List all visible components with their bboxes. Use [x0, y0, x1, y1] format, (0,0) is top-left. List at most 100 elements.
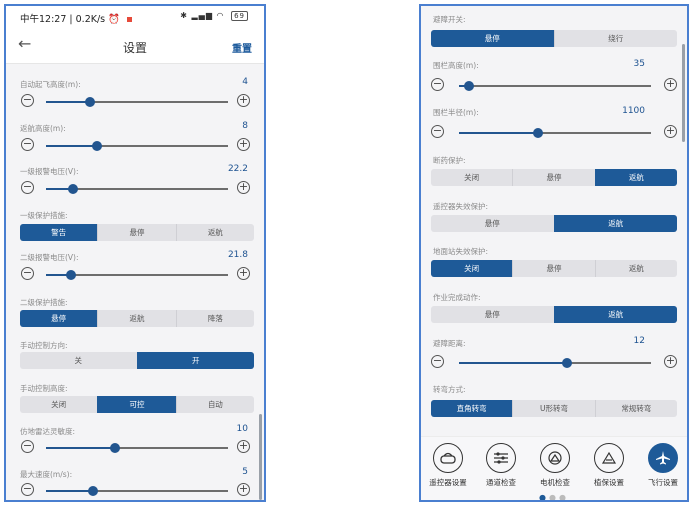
segment-option[interactable]: 关闭 [431, 260, 513, 277]
segment-option[interactable]: 悬停 [512, 260, 594, 277]
segment-option[interactable]: 悬停 [431, 215, 554, 232]
rc-failsafe-segment: 悬停 返航 [431, 215, 677, 232]
level2-protection-segment: 悬停 返航 降落 [20, 310, 254, 327]
slider-track[interactable] [46, 486, 228, 496]
setting-label: 返航高度(m): [20, 124, 66, 133]
plus-button[interactable]: + [237, 267, 250, 280]
slider-thumb[interactable] [532, 128, 543, 138]
plus-button[interactable]: + [664, 125, 677, 138]
scrollbar[interactable] [259, 414, 262, 500]
slider-thumb[interactable] [110, 443, 121, 453]
slider-track[interactable] [46, 141, 228, 151]
nav-item-motor[interactable]: 电机检查 [528, 443, 582, 488]
segment-option[interactable]: U形转弯 [512, 400, 594, 417]
reset-button[interactable]: 重置 [232, 40, 252, 55]
minus-button[interactable]: − [21, 483, 34, 496]
slider-track[interactable] [46, 443, 228, 453]
segment-option[interactable]: 降落 [175, 310, 254, 327]
remote-icon [433, 443, 463, 473]
slider-thumb[interactable] [84, 97, 95, 107]
plus-button[interactable]: + [237, 94, 250, 107]
minus-button[interactable]: − [431, 355, 444, 368]
slider-fill [46, 145, 97, 147]
setting-label: 一级报警电压(V): [20, 167, 79, 176]
slider-thumb[interactable] [68, 184, 79, 194]
nav-item-crop[interactable]: 植保设置 [582, 443, 636, 488]
slider-track[interactable] [459, 81, 651, 91]
setting-label: 转弯方式: [433, 385, 466, 394]
nav-item-channel[interactable]: 通道检查 [474, 443, 528, 488]
setting-value: 10 [236, 424, 248, 434]
segment-option[interactable]: 关 [20, 352, 137, 369]
slider-track[interactable] [459, 128, 651, 138]
minus-button[interactable]: − [431, 125, 444, 138]
nav-label: 植保设置 [594, 478, 624, 487]
segment-option[interactable]: 关闭 [431, 169, 512, 186]
segment-option[interactable]: 悬停 [512, 169, 594, 186]
segment-option[interactable]: 返航 [594, 260, 677, 277]
segment-option[interactable]: 悬停 [431, 306, 554, 323]
slider-thumb[interactable] [463, 81, 474, 91]
segment-option[interactable]: 开 [136, 352, 254, 369]
motor-icon [540, 443, 570, 473]
minus-button[interactable]: − [21, 267, 34, 280]
setting-value: 1100 [622, 106, 645, 116]
nav-item-flight[interactable]: 飞行设置 [636, 443, 687, 488]
slider-fill [46, 447, 116, 449]
bluetooth-icon: ✱ [180, 11, 188, 20]
slider-thumb[interactable] [561, 358, 572, 368]
setting-value: 21.8 [227, 250, 248, 260]
slider-fill [46, 101, 90, 103]
segment-option[interactable]: 返航 [175, 224, 254, 241]
minus-button[interactable]: − [431, 78, 444, 91]
nav-label: 通道检查 [486, 478, 516, 487]
plus-button[interactable]: + [664, 355, 677, 368]
plus-button[interactable]: + [237, 440, 250, 453]
slider-thumb[interactable] [91, 141, 102, 151]
scrollbar[interactable] [682, 44, 685, 142]
segment-option[interactable]: 关闭 [20, 396, 97, 413]
slider-thumb[interactable] [66, 270, 77, 280]
segment-option[interactable]: 绕行 [553, 30, 678, 47]
nav-label: 飞行设置 [648, 478, 678, 487]
minus-button[interactable]: − [21, 138, 34, 151]
segment-option[interactable]: 悬停 [431, 30, 554, 47]
crop-icon [594, 443, 624, 473]
minus-button[interactable]: − [21, 440, 34, 453]
slider-track[interactable] [46, 97, 228, 107]
segment-option[interactable]: 警告 [20, 224, 98, 241]
segment-option[interactable]: 常规转弯 [594, 400, 677, 417]
airplane-icon [648, 443, 678, 473]
segment-option[interactable]: 自动 [175, 396, 254, 413]
minus-button[interactable]: − [21, 181, 34, 194]
slider-fill [459, 132, 538, 134]
job-complete-segment: 悬停 返航 [431, 306, 677, 323]
setting-label: 围栏半径(m): [433, 108, 479, 117]
segment-option[interactable]: 悬停 [20, 310, 98, 327]
setting-value: 5 [242, 467, 248, 477]
plus-button[interactable]: + [237, 483, 250, 496]
segment-option[interactable]: 直角转弯 [431, 400, 513, 417]
plus-button[interactable]: + [237, 138, 250, 151]
segment-option[interactable]: 返航 [553, 306, 677, 323]
segment-option[interactable]: 返航 [97, 310, 175, 327]
signal-icons: ✱ ▂▄▆ ◠ 69 [180, 11, 248, 21]
segment-option[interactable]: 可控 [97, 396, 176, 413]
setting-label: 手动控制方向: [20, 341, 68, 350]
phone-screen-right: 避障开关: 悬停 绕行 围栏高度(m): 35 − + 围栏半径(m): 1100… [419, 4, 689, 502]
slider-track[interactable] [459, 358, 651, 368]
segment-option[interactable]: 返航 [594, 169, 677, 186]
setting-label: 遥控器失效保护: [433, 202, 489, 211]
slider-track[interactable] [46, 184, 228, 194]
nav-item-remote[interactable]: 遥控器设置 [421, 443, 475, 488]
plus-button[interactable]: + [664, 78, 677, 91]
page-title: 设置 [122, 41, 147, 55]
slider-track[interactable] [46, 270, 228, 280]
setting-label: 避障距离: [433, 339, 466, 348]
setting-label: 二级报警电压(V): [20, 253, 79, 262]
plus-button[interactable]: + [237, 181, 250, 194]
minus-button[interactable]: − [21, 94, 34, 107]
segment-option[interactable]: 悬停 [97, 224, 175, 241]
slider-thumb[interactable] [88, 486, 99, 496]
segment-option[interactable]: 返航 [553, 215, 677, 232]
